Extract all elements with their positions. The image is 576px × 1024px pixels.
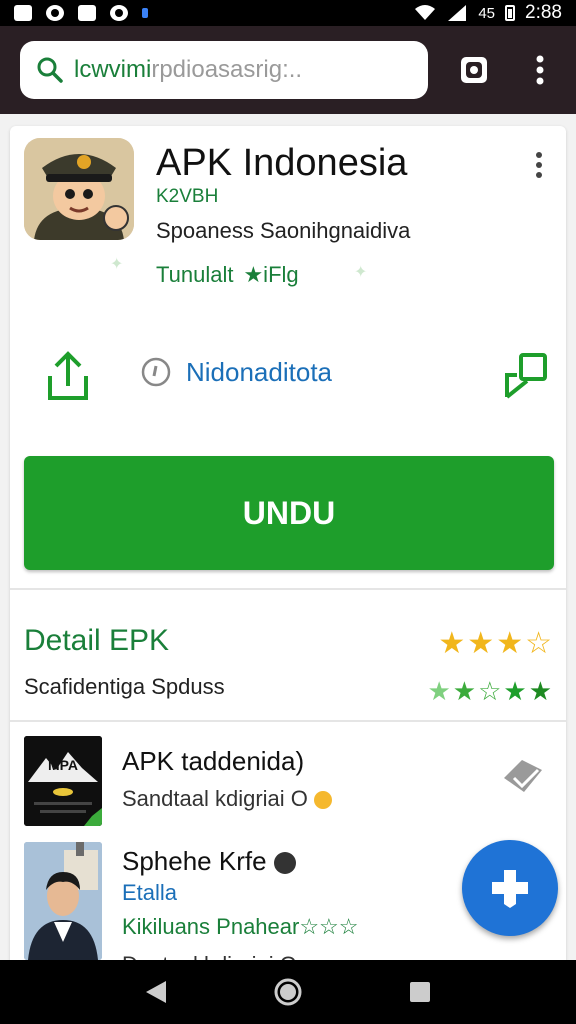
app-title: APK Indonesia — [156, 142, 408, 184]
recents-square-icon — [410, 982, 430, 1002]
badge-icon — [273, 852, 296, 875]
list-item-rating-label: Kikiluans Pnahear☆☆☆ — [122, 914, 359, 939]
star-icon: ☆ — [478, 676, 502, 706]
app-developer[interactable]: K2VBH — [156, 186, 218, 208]
app-icon — [24, 138, 134, 240]
search-query-highlight: lcwvimi — [74, 56, 152, 83]
list-item-title-text: Sphehe Krfe — [122, 846, 267, 876]
rating-suffix: ★iFlg — [243, 262, 299, 287]
status-bar: 45 2:88 — [0, 0, 576, 26]
police-character-icon — [24, 138, 134, 240]
details-title: Detail EPK — [24, 624, 170, 657]
star-icon: ★ — [467, 627, 495, 660]
app-thumbnail: MPA — [24, 736, 102, 826]
share-button[interactable] — [44, 348, 92, 404]
gallery-notification-icon — [14, 5, 32, 21]
info-label: Nidonaditota — [186, 356, 332, 387]
chat-notification-icon — [110, 5, 128, 21]
list-item-subtitle: Sandtaal kdigriai O — [122, 786, 332, 812]
add-fab-button[interactable] — [462, 840, 558, 936]
more-vert-icon — [536, 55, 544, 85]
star-icon: ★ — [438, 627, 466, 660]
clock: 2:88 — [525, 2, 562, 23]
overflow-menu-button[interactable] — [520, 50, 560, 90]
sparkle-icon: ✦ — [354, 264, 368, 281]
search-query-rest: rpdioasasrig:.. — [151, 56, 303, 83]
star-icon: ★ — [528, 676, 552, 706]
gold-rating-stars: ★ ★ ★ ☆ — [438, 626, 552, 661]
list-item-title: Sphehe Krfe — [122, 846, 296, 877]
action-row: Nidonaditota — [10, 342, 566, 412]
record-notification-icon — [46, 5, 64, 21]
star-half-icon: ☆ — [525, 627, 552, 660]
divider — [10, 588, 566, 590]
rating-label: Tunulalt — [156, 262, 234, 287]
app-rating-row: Tunulalt ★iFlg — [156, 262, 299, 288]
list-item-category: Etalla — [122, 880, 178, 905]
share-icon — [48, 351, 88, 400]
coin-icon — [313, 791, 332, 810]
external-link-icon — [505, 353, 547, 399]
app-more-button[interactable] — [524, 148, 554, 182]
list-item-title: APK taddenida) — [122, 746, 305, 776]
add-icon — [492, 870, 528, 908]
home-circle-icon — [274, 978, 302, 1006]
tabs-button[interactable] — [454, 50, 494, 90]
install-button[interactable]: UNDU — [24, 456, 554, 570]
divider — [10, 720, 566, 722]
back-triangle-icon — [146, 981, 166, 1003]
details-description: Scafidentiga Spduss — [24, 674, 225, 699]
home-button[interactable] — [268, 972, 308, 1012]
tabs-icon — [461, 57, 488, 83]
app-bar: lcwvimirpdioasasrig:.. — [0, 26, 576, 114]
app-thumbnail — [24, 842, 102, 960]
green-rating-stars: ★ ★ ☆ ★ ★ — [427, 676, 552, 707]
search-bar[interactable]: lcwvimirpdioasasrig:.. — [20, 41, 429, 99]
search-input[interactable]: lcwvimirpdioasasrig:.. — [74, 56, 302, 84]
wifi-icon — [415, 5, 436, 20]
search-icon — [37, 57, 63, 83]
star-icon: ★ — [503, 676, 527, 706]
star-icon: ★ — [427, 676, 451, 706]
back-button[interactable] — [136, 972, 176, 1012]
open-external-button[interactable] — [500, 348, 552, 404]
star-icon: ★ — [452, 676, 477, 706]
info-icon — [141, 357, 171, 387]
sparkle-icon: ✦ — [110, 256, 124, 273]
star-icon: ★ — [496, 627, 524, 660]
signal-icon — [448, 5, 467, 21]
more-vert-icon — [536, 152, 542, 178]
dot-notification-icon — [142, 8, 148, 18]
mountain-logo-icon: MPA — [24, 736, 102, 826]
app-subtitle: Spoaness Saonihgnaidiva — [156, 218, 411, 243]
battery-percent: 45 — [478, 4, 496, 22]
thumb-logo-text: MPA — [48, 757, 78, 773]
app-detail-card: APK Indonesia K2VBH Spoaness Saonihgnaid… — [10, 126, 566, 966]
install-item-button[interactable] — [500, 756, 546, 801]
list-item-subtitle-text: Sandtaal kdigriai O — [122, 786, 308, 811]
tag-icon — [504, 760, 542, 792]
recents-button[interactable] — [400, 972, 440, 1012]
navigation-bar — [0, 960, 576, 1024]
list-item[interactable]: MPA APK taddenida) Sandtaal kdigriai O — [10, 736, 566, 836]
info-link[interactable]: Nidonaditota — [140, 356, 332, 388]
image-notification-icon — [78, 5, 96, 21]
battery-icon — [505, 5, 516, 21]
person-photo-icon — [24, 842, 102, 960]
